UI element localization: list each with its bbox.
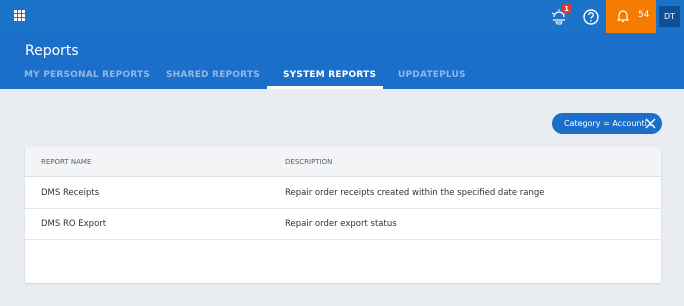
app-launcher-icon[interactable] bbox=[14, 10, 26, 22]
table-header: REPORT NAME DESCRIPTION bbox=[25, 147, 661, 177]
column-header-report-name[interactable]: REPORT NAME bbox=[41, 158, 91, 166]
help-icon[interactable] bbox=[578, 0, 604, 33]
page-header: Reports MY PERSONAL REPORTS SHARED REPOR… bbox=[0, 33, 684, 89]
notifications-button[interactable]: 54 bbox=[606, 0, 656, 33]
table-row[interactable]: DMS Receipts Repair order receipts creat… bbox=[25, 178, 661, 209]
bell-icon bbox=[617, 10, 629, 23]
notification-count: 54 bbox=[638, 10, 650, 20]
tab-system-reports[interactable]: SYSTEM REPORTS bbox=[283, 70, 376, 80]
report-description: Repair order receipts created within the… bbox=[285, 188, 545, 198]
close-icon[interactable] bbox=[645, 118, 656, 129]
filter-chip-label: Category = Accounti... bbox=[564, 119, 655, 128]
tab-shared-reports[interactable]: SHARED REPORTS bbox=[166, 70, 260, 80]
column-header-description[interactable]: DESCRIPTION bbox=[285, 158, 332, 166]
report-description: Repair order export status bbox=[285, 219, 397, 229]
category-filter-chip[interactable]: Category = Accounti... bbox=[552, 113, 662, 134]
report-name[interactable]: DMS RO Export bbox=[41, 219, 106, 229]
active-tab-indicator bbox=[267, 86, 383, 89]
page-title: Reports bbox=[25, 43, 79, 59]
reports-table: REPORT NAME DESCRIPTION DMS Receipts Rep… bbox=[25, 147, 661, 283]
top-bar: 1 54 DT bbox=[0, 0, 684, 33]
user-avatar[interactable]: DT bbox=[659, 6, 680, 27]
announcement-badge: 1 bbox=[561, 3, 572, 14]
table-row[interactable]: DMS RO Export Repair order export status bbox=[25, 209, 661, 240]
tab-my-personal-reports[interactable]: MY PERSONAL REPORTS bbox=[24, 70, 150, 80]
tab-updateplus[interactable]: UPDATEPLUS bbox=[398, 70, 466, 80]
report-name[interactable]: DMS Receipts bbox=[41, 188, 99, 198]
